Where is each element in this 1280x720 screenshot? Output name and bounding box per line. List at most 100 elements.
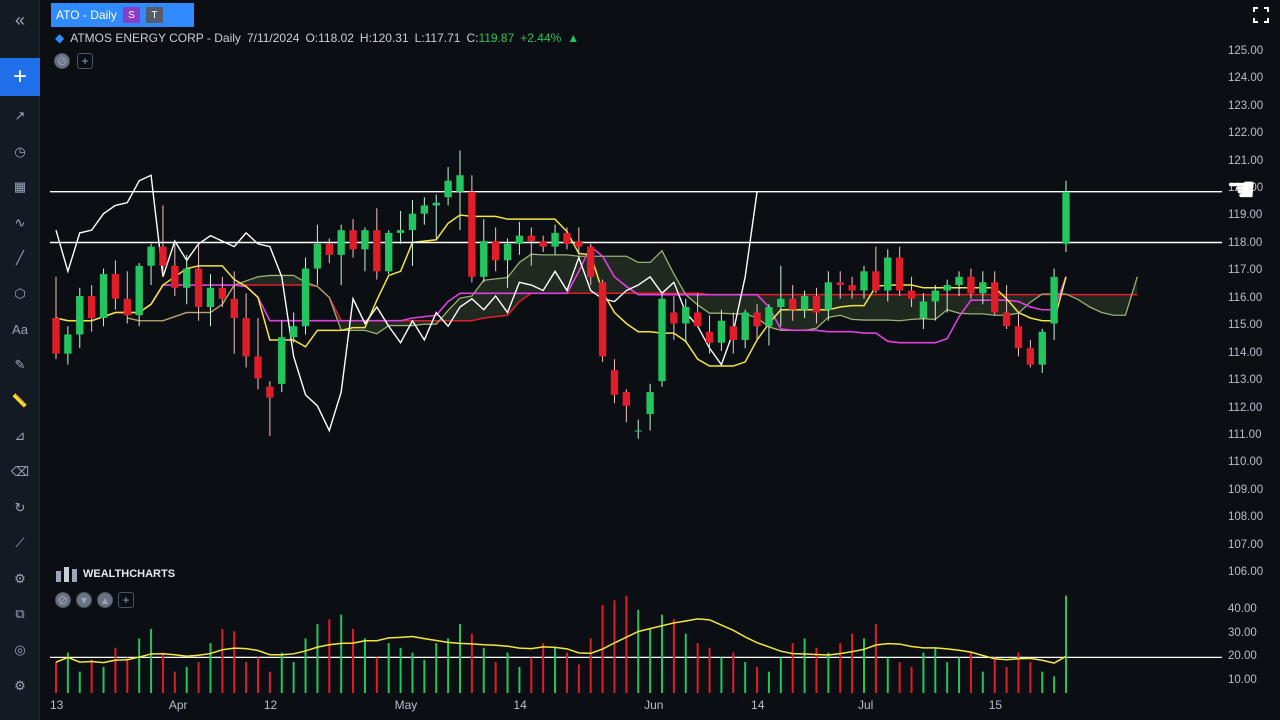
expand-pane-icon[interactable]: ▴	[97, 592, 113, 608]
volume-bar	[411, 652, 414, 693]
volume-bar	[245, 662, 248, 693]
candle-body	[159, 246, 167, 266]
volume-bar	[399, 647, 402, 693]
pencil-icon[interactable]: ✎	[6, 351, 34, 379]
candle-body	[456, 175, 464, 192]
high-value: 120.31	[371, 31, 409, 45]
volume-bar	[554, 647, 557, 693]
candle-body	[194, 268, 203, 308]
time-axis[interactable]: 13 Apr 12 May 14 Jun 14 Jul 15	[40, 695, 1222, 715]
candle-body	[278, 337, 286, 384]
add-pane-indicator-icon[interactable]: +	[118, 592, 134, 608]
candle-body	[634, 430, 642, 432]
candle-body	[658, 298, 666, 382]
price-tick-label: 109.00	[1228, 483, 1264, 496]
chart-canvas[interactable]	[40, 0, 1280, 720]
compass-icon[interactable]: ◎	[6, 636, 34, 664]
refresh-icon[interactable]: ↻	[6, 494, 34, 522]
volume-bar	[459, 624, 461, 693]
clock-icon[interactable]: ◷	[6, 138, 34, 166]
volume-bar	[577, 664, 580, 693]
volume-bar	[542, 643, 545, 693]
copy-icon[interactable]: ⧉	[6, 600, 34, 628]
candle-body	[693, 312, 702, 327]
volume-bar	[304, 638, 307, 693]
price-tick-label: 115.00	[1228, 319, 1263, 332]
candle-body	[147, 246, 155, 266]
candle-body	[218, 287, 227, 299]
volume-bar	[934, 647, 937, 693]
candle-body	[420, 205, 429, 214]
candle-body	[1050, 276, 1058, 324]
volume-bar	[874, 624, 877, 693]
volume-bar	[565, 652, 568, 693]
volume-bar	[280, 652, 283, 693]
candle-body	[705, 331, 714, 343]
calendar-icon[interactable]: ▦	[6, 173, 34, 201]
volume-bar	[352, 628, 355, 693]
candle-body	[396, 230, 405, 233]
candle-body	[289, 326, 298, 338]
volume-bar	[839, 643, 842, 693]
volume-bar	[387, 643, 390, 693]
text-icon[interactable]: Aa	[6, 316, 34, 344]
candle-body	[622, 392, 631, 406]
change-percent: +2.44%	[520, 31, 562, 45]
eraser-icon[interactable]: ⌫	[6, 458, 34, 486]
trend-icon[interactable]: ↗	[6, 102, 34, 130]
volume-bar	[209, 643, 212, 693]
volume-axis[interactable]: 40.00 30.00 20.00 10.00	[1222, 590, 1280, 700]
add-indicator-icon[interactable]: +	[77, 53, 93, 69]
volume-bar	[803, 638, 806, 693]
volume-bar	[613, 600, 616, 693]
price-tick-label: 113.00	[1228, 374, 1263, 387]
volume-bar	[969, 652, 972, 693]
price-tick-label: 106.00	[1228, 566, 1264, 579]
t-badge[interactable]: T	[145, 7, 163, 23]
volume-bar	[744, 662, 747, 693]
volume-bar	[720, 657, 723, 693]
volume-bar	[197, 662, 200, 693]
measure-icon[interactable]: ⊿	[6, 422, 34, 450]
price-axis[interactable]: 125.00 124.00 123.00 122.00 121.00 120.00 119.…	[1222, 40, 1280, 580]
volume-bar	[55, 662, 57, 693]
volume-bar	[268, 671, 271, 693]
collapse-icon[interactable]: «	[6, 6, 34, 34]
candle-body	[1014, 326, 1023, 349]
volume-bar	[886, 657, 889, 693]
chart-area[interactable]	[40, 0, 1280, 720]
settings-icon[interactable]: ⚙	[6, 672, 34, 700]
candle-body	[931, 290, 939, 302]
wave-icon[interactable]: ∿	[6, 209, 34, 237]
fullscreen-icon[interactable]	[1252, 6, 1270, 24]
s-badge[interactable]: S	[122, 7, 140, 23]
candle-body	[860, 271, 868, 291]
add-icon[interactable]: +	[0, 58, 40, 96]
line-icon[interactable]: ╱	[6, 244, 34, 272]
chart-icon[interactable]: ⟋	[6, 529, 34, 557]
collapse-pane-icon[interactable]: ▾	[76, 592, 92, 608]
pane-settings-icon[interactable]: ⊘	[55, 592, 71, 608]
ruler-icon[interactable]: 📏	[6, 387, 34, 415]
candle-body	[967, 276, 975, 294]
price-tick-label: 112.00	[1228, 401, 1263, 414]
volume-bar	[328, 619, 331, 693]
candle-body	[432, 202, 440, 206]
open-value: 118.02	[318, 31, 354, 45]
candle-body	[515, 235, 524, 244]
candle-body	[99, 274, 108, 318]
price-tick-label: 122.00	[1228, 127, 1264, 140]
volume-bar	[637, 609, 640, 693]
volume-bar	[482, 647, 485, 693]
volume-tick-label: 10.00	[1228, 674, 1257, 687]
candle-body	[385, 232, 393, 272]
volume-bar	[946, 662, 949, 693]
symbol-selector[interactable]: ATO - Daily S T	[51, 3, 194, 27]
shapes-icon[interactable]: ⬡	[6, 280, 34, 308]
settings-toggle-icon[interactable]: ⊘	[54, 53, 70, 69]
candle-body	[480, 241, 488, 277]
indicator-icon[interactable]: ⚙︎	[6, 565, 34, 593]
volume-bar	[435, 643, 438, 693]
candle-body	[777, 298, 785, 308]
candle-body	[1062, 191, 1070, 244]
